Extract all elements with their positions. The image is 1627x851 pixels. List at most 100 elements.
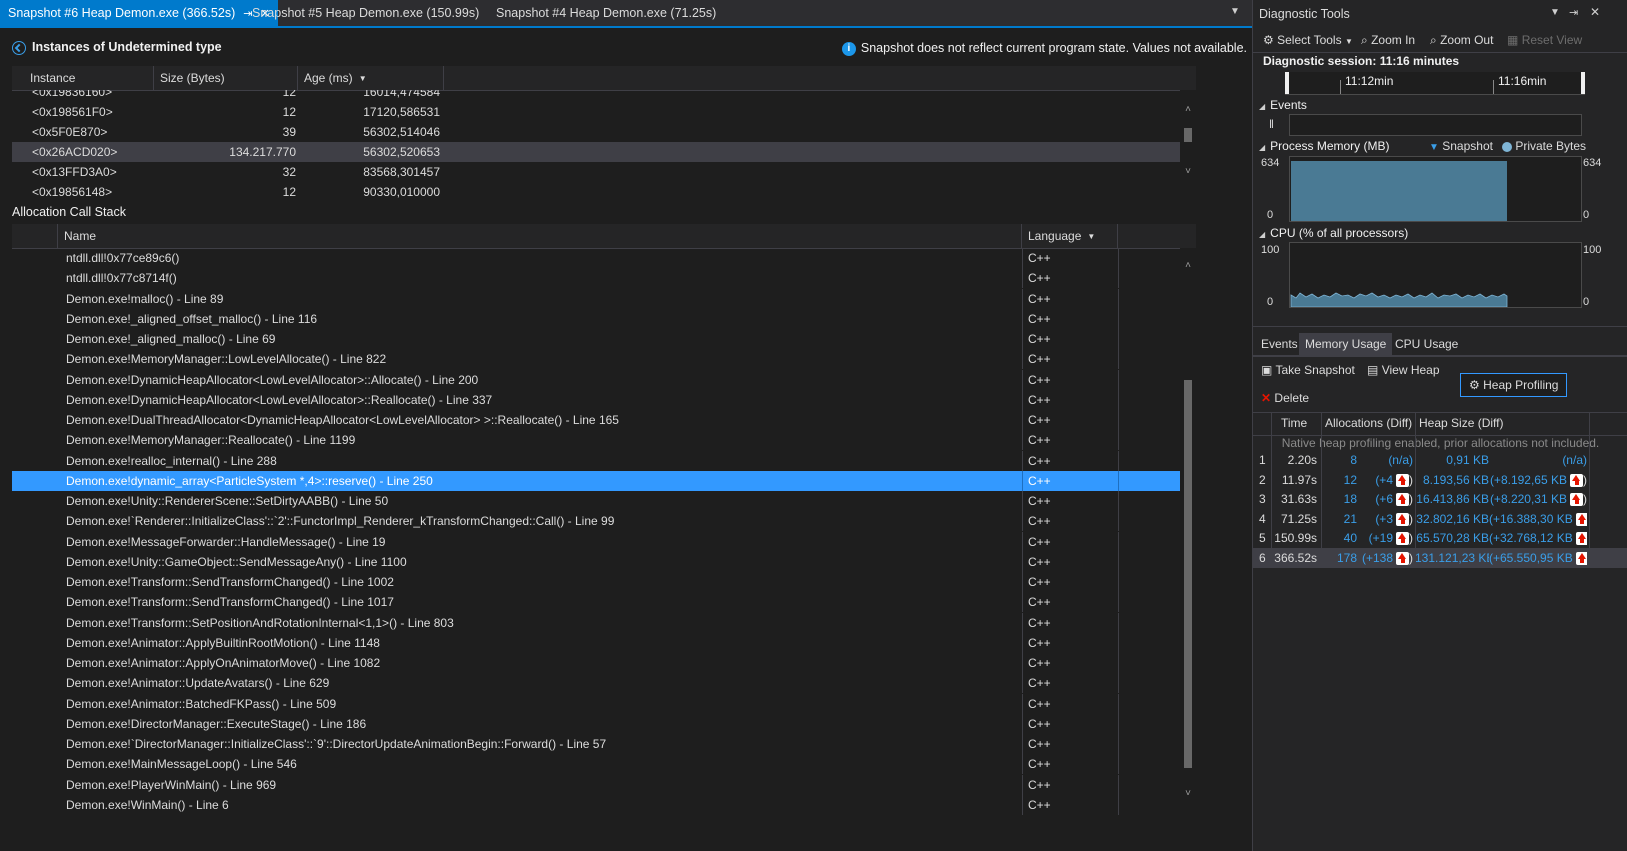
- call-stack-frame[interactable]: Demon.exe!Animator::UpdateAvatars() - Li…: [12, 673, 1180, 694]
- take-snapshot-button[interactable]: ▣ Take Snapshot: [1261, 360, 1355, 380]
- call-stack-frame[interactable]: Demon.exe!MessageForwarder::HandleMessag…: [12, 531, 1180, 552]
- column-header-time[interactable]: Time: [1281, 416, 1307, 430]
- heap-size-diff[interactable]: (n/a): [1489, 450, 1587, 470]
- call-stack-frame[interactable]: Demon.exe!Animator::ApplyBuiltinRootMoti…: [12, 632, 1180, 653]
- cpu-chart[interactable]: [1289, 242, 1582, 308]
- allocations-diff[interactable]: (+3): [1357, 509, 1413, 529]
- allocations-link[interactable]: 21: [1321, 509, 1357, 529]
- column-header-heap-size[interactable]: Heap Size (Diff): [1419, 416, 1503, 430]
- call-stack-frame[interactable]: Demon.exe!Animator::BatchedFKPass() - Li…: [12, 693, 1180, 714]
- tab-events[interactable]: Events: [1255, 333, 1304, 355]
- filter-dropdown-icon[interactable]: ▼: [1087, 225, 1095, 249]
- call-stack-frame[interactable]: Demon.exe!DirectorManager::ExecuteStage(…: [12, 713, 1180, 734]
- selection-handle-right[interactable]: [1581, 72, 1585, 94]
- instance-row[interactable]: <0x198561F0> 12 17120,586531: [12, 102, 1180, 122]
- close-icon[interactable]: ✕: [1590, 5, 1600, 19]
- allocations-diff[interactable]: (+19): [1357, 528, 1413, 548]
- tab-dropdown-icon[interactable]: ▼: [1230, 6, 1240, 17]
- call-stack-frame[interactable]: Demon.exe!DynamicHeapAllocator<LowLevelA…: [12, 389, 1180, 410]
- heap-size-link[interactable]: 0,91 KB: [1415, 450, 1489, 470]
- heap-size-link[interactable]: 32.802,16 KB: [1415, 509, 1489, 529]
- allocations-link[interactable]: 18: [1321, 489, 1357, 509]
- memory-chart[interactable]: [1289, 156, 1582, 222]
- column-header-allocations[interactable]: Allocations (Diff): [1325, 416, 1412, 430]
- instance-row[interactable]: <0x19836160> 12 16014,474584: [12, 90, 1180, 102]
- allocations-diff[interactable]: (n/a): [1357, 450, 1413, 470]
- snapshot-row[interactable]: 3 31.63s 18 (+6) 16.413,86 KB (+8.220,31 KB): [1253, 489, 1627, 509]
- scroll-thumb[interactable]: [1184, 128, 1192, 142]
- call-stack-frame[interactable]: Demon.exe!Animator::ApplyOnAnimatorMove(…: [12, 653, 1180, 673]
- column-header-instance[interactable]: Instance: [12, 66, 154, 90]
- tab-snapshot-4[interactable]: Snapshot #4 Heap Demon.exe (71.25s): [488, 0, 724, 26]
- call-stack-frame[interactable]: Demon.exe!dynamic_array<ParticleSystem *…: [12, 470, 1180, 491]
- instance-row[interactable]: <0x5F0E870> 39 56302,514046: [12, 122, 1180, 142]
- call-stack-frame[interactable]: Demon.exe!`Renderer::InitializeClass'::`…: [12, 511, 1180, 532]
- heap-size-link[interactable]: 16.413,86 KB: [1415, 489, 1489, 509]
- heap-size-diff[interactable]: (+65.550,95 KB): [1489, 548, 1587, 568]
- call-stack-frame[interactable]: Demon.exe!MainMessageLoop() - Line 546 C+…: [12, 754, 1180, 775]
- scroll-down-icon[interactable]: ˅: [1180, 788, 1196, 799]
- allocations-link[interactable]: 12: [1321, 470, 1357, 490]
- scroll-thumb[interactable]: [1184, 380, 1192, 768]
- tab-cpu-usage[interactable]: CPU Usage: [1389, 333, 1464, 355]
- heap-size-link[interactable]: 131.121,23 KB: [1415, 548, 1489, 568]
- instances-scrollbar[interactable]: ˄ ˅: [1180, 90, 1196, 198]
- pause-icon[interactable]: ‖: [1269, 117, 1274, 131]
- selection-handle-left[interactable]: [1285, 72, 1289, 94]
- column-header-size[interactable]: Size (Bytes): [154, 66, 298, 90]
- column-header-language[interactable]: Language ▼: [1022, 224, 1118, 248]
- tab-snapshot-5[interactable]: Snapshot #5 Heap Demon.exe (150.99s): [244, 0, 487, 26]
- allocations-diff[interactable]: (+138): [1357, 548, 1413, 568]
- call-stack-frame[interactable]: Demon.exe!_aligned_offset_malloc() - Lin…: [12, 308, 1180, 329]
- call-stack-frame[interactable]: Demon.exe!_aligned_malloc() - Line 69 C++: [12, 329, 1180, 349]
- memory-section-title[interactable]: ◢ Process Memory (MB): [1259, 139, 1390, 153]
- call-stack-frame[interactable]: Demon.exe!Transform::SendTransformChange…: [12, 572, 1180, 592]
- call-stack-frame[interactable]: Demon.exe!Unity::RendererScene::SetDirty…: [12, 491, 1180, 511]
- tab-memory-usage[interactable]: Memory Usage: [1299, 333, 1393, 355]
- call-stack-frame[interactable]: Demon.exe!PlayerWinMain() - Line 969 C++: [12, 774, 1180, 795]
- zoom-in-button[interactable]: ⌕ Zoom In: [1361, 30, 1415, 50]
- call-stack-frame[interactable]: Demon.exe!Transform::SendTransformChange…: [12, 592, 1180, 613]
- call-stack-frame[interactable]: ntdll.dll!0x77ce89c6() C++: [12, 248, 1180, 268]
- snapshot-row[interactable]: 1 2.20s 8 (n/a) 0,91 KB (n/a): [1253, 450, 1627, 470]
- snapshot-row[interactable]: 471.25s21(+3)32.802,16 KB(+16.388,30 KB): [1253, 509, 1627, 529]
- call-stack-frame[interactable]: Demon.exe!DynamicHeapAllocator<LowLevelA…: [12, 369, 1180, 390]
- cpu-section-title[interactable]: ◢ CPU (% of all processors): [1259, 226, 1408, 240]
- call-stack-frame[interactable]: Demon.exe!`DirectorManager::InitializeCl…: [12, 734, 1180, 754]
- call-stack-frame[interactable]: Demon.exe!WinMain() - Line 6 C++: [12, 794, 1180, 815]
- snapshot-row[interactable]: 5 150.99s 40 (+19) 65.570,28 KB (+32.768,12 K…: [1253, 528, 1627, 548]
- column-header-age[interactable]: Age (ms) ▼: [298, 66, 444, 90]
- view-heap-button[interactable]: ▤ View Heap: [1367, 360, 1440, 380]
- allocations-link[interactable]: 178: [1321, 548, 1357, 568]
- instance-row[interactable]: <0x26ACD020> 134.217.770 56302,520653: [12, 142, 1180, 162]
- call-stack-frame[interactable]: Demon.exe!MemoryManager::Reallocate() - …: [12, 430, 1180, 451]
- back-icon[interactable]: [12, 40, 26, 55]
- heap-profiling-button[interactable]: ⚙ Heap Profiling: [1460, 373, 1568, 397]
- instance-row[interactable]: <0x13FFD3A0> 32 83568,301457: [12, 162, 1180, 182]
- heap-size-diff[interactable]: (+8.220,31 KB): [1489, 489, 1587, 509]
- pin-icon[interactable]: ⇥: [1569, 6, 1578, 19]
- scroll-up-icon[interactable]: ˄: [1180, 260, 1196, 271]
- events-track[interactable]: [1289, 114, 1582, 136]
- allocations-diff[interactable]: (+6): [1357, 489, 1413, 509]
- call-stack-frame[interactable]: Demon.exe!DualThreadAllocator<DynamicHea…: [12, 410, 1180, 430]
- events-section-title[interactable]: ◢ Events: [1259, 98, 1307, 112]
- column-header-name[interactable]: Name: [58, 224, 1022, 248]
- select-tools-button[interactable]: ⚙ Select Tools ▼: [1263, 30, 1353, 50]
- allocations-diff[interactable]: (+4): [1357, 470, 1413, 490]
- call-stack-frame[interactable]: ntdll.dll!0x77c8714f() C++: [12, 268, 1180, 289]
- heap-size-link[interactable]: 65.570,28 KB: [1415, 528, 1489, 548]
- heap-size-link[interactable]: 8.193,56 KB: [1415, 470, 1489, 490]
- call-stack-frame[interactable]: Demon.exe!Transform::SetPositionAndRotat…: [12, 612, 1180, 633]
- snapshot-row[interactable]: 2 11.97s 12 (+4) 8.193,56 KB (+8.192,65 KB): [1253, 470, 1627, 490]
- heap-size-diff[interactable]: (+8.192,65 KB): [1489, 470, 1587, 490]
- heap-size-diff[interactable]: (+32.768,12 KB): [1489, 528, 1587, 548]
- call-stack-frame[interactable]: Demon.exe!realloc_internal() - Line 288 C…: [12, 450, 1180, 471]
- allocations-link[interactable]: 40: [1321, 528, 1357, 548]
- pane-menu-icon[interactable]: ▼: [1550, 7, 1560, 18]
- heap-size-diff[interactable]: (+16.388,30 KB): [1489, 509, 1587, 529]
- reset-view-button[interactable]: ▦ Reset View: [1507, 30, 1582, 50]
- call-stack-frame[interactable]: Demon.exe!MemoryManager::LowLevelAllocat…: [12, 349, 1180, 370]
- scroll-up-icon[interactable]: ˄: [1180, 104, 1196, 115]
- zoom-out-button[interactable]: ⌕ Zoom Out: [1430, 30, 1493, 50]
